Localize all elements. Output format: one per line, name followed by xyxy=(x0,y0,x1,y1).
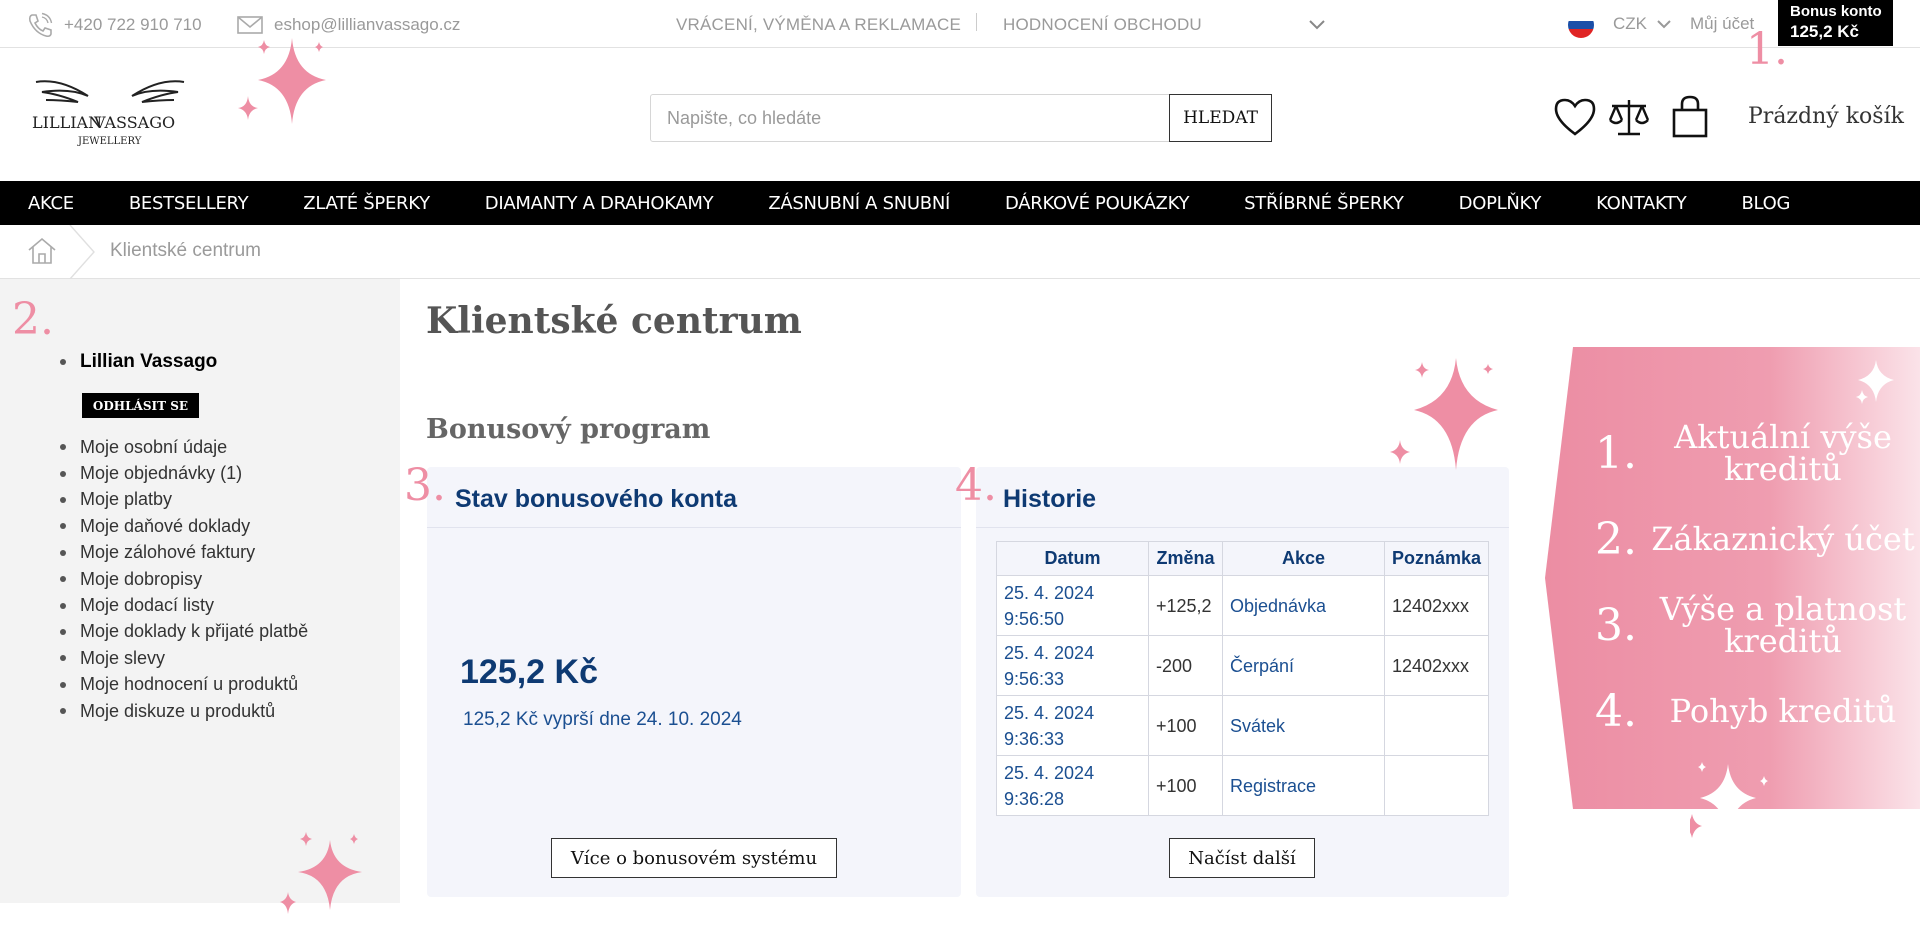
breadcrumb-current: Klientské centrum xyxy=(110,240,262,261)
table-row: 25. 4. 2024 9:36:28 +100 Registrace xyxy=(996,755,1489,816)
nav-item-doplnky[interactable]: DOPLŇKY xyxy=(1459,193,1542,214)
bonus-expiry: 125,2 Kč vyprší dne 24. 10. 2024 xyxy=(463,709,742,730)
logout-button[interactable]: ODHLÁSIT SE xyxy=(82,393,199,418)
account-sidebar: Lillian Vassago ODHLÁSIT SE Moje osobní … xyxy=(0,279,400,903)
bonus-account-box[interactable]: Bonus konto 125,2 Kč xyxy=(1778,0,1893,46)
breadcrumb: Klientské centrum xyxy=(0,225,1920,279)
my-account-link[interactable]: Můj účet xyxy=(1690,14,1754,34)
sidebar-item[interactable]: Moje objednávky (1) xyxy=(60,460,308,486)
chevron-down-icon[interactable] xyxy=(1306,14,1328,34)
nav-item-stribrne[interactable]: STŘÍBRNÉ ŠPERKY xyxy=(1244,193,1404,214)
col-header: Poznámka xyxy=(1384,541,1489,576)
logo-text-3: JEWELLERY xyxy=(77,136,142,147)
shopping-bag-icon[interactable] xyxy=(1668,94,1714,140)
sparkle-icon xyxy=(1856,360,1894,404)
cart-label[interactable]: Prázdný košík xyxy=(1748,104,1904,129)
sidebar-item[interactable]: Moje hodnocení u produktů xyxy=(60,672,308,698)
brand-logo[interactable]: LILLIAN VASSAGO JEWELLERY xyxy=(30,74,190,152)
phone-icon xyxy=(28,12,53,38)
promo-item: 4. Pohyb kreditů xyxy=(1595,685,1897,737)
promo-list: 1. Aktuální výše kreditů 2. Zákaznický úče… xyxy=(1595,410,1915,754)
sparkle-icon xyxy=(1690,762,1768,838)
col-header: Změna xyxy=(1148,541,1223,576)
sparkle-icon xyxy=(238,38,326,124)
sidebar-item[interactable]: Moje diskuze u produktů xyxy=(60,698,308,724)
sidebar-item[interactable]: Moje doklady k přijaté platbě xyxy=(60,619,308,645)
nav-item-bestsellery[interactable]: BESTSELLERY xyxy=(129,193,249,214)
phone-number: +420 722 910 710 xyxy=(64,15,202,34)
nav-item-diamanty[interactable]: DIAMANTY A DRAHOKAMY xyxy=(485,193,714,214)
promo-item: 1. Aktuální výše kreditů xyxy=(1595,418,1892,488)
table-row: 25. 4. 2024 9:36:33 +100 Svátek xyxy=(996,695,1489,756)
bonus-value: 125,2 Kč xyxy=(1790,22,1859,41)
page-title: Klientské centrum xyxy=(426,300,802,342)
home-icon[interactable] xyxy=(26,235,58,267)
sidebar-item[interactable]: Moje dobropisy xyxy=(60,566,308,592)
logo-text-1: LILLIAN xyxy=(32,113,102,132)
search-input[interactable] xyxy=(650,94,1172,142)
nav-item-zlate-sperky[interactable]: ZLATÉ ŠPERKY xyxy=(303,193,430,214)
promo-item: 2. Zákaznický účet xyxy=(1595,513,1915,565)
sidebar-item[interactable]: Moje platby xyxy=(60,487,308,513)
bonus-balance: 125,2 Kč xyxy=(460,653,598,691)
sidebar-menu: Moje osobní údaje Moje objednávky (1) Mo… xyxy=(60,434,308,724)
nav-item-zasnubni[interactable]: ZÁSNUBNÍ A SNUBNÍ xyxy=(768,193,950,214)
heart-icon[interactable] xyxy=(1552,94,1598,140)
order-link[interactable]: Objednávka xyxy=(1222,575,1385,636)
history-card: Historie Datum Změna Akce Poznámka 25. 4… xyxy=(976,467,1509,897)
shop-rating-link[interactable]: HODNOCENÍ OBCHODU xyxy=(1003,15,1202,35)
account-card-heading: Stav bonusového konta xyxy=(455,485,737,513)
nav-item-poukazky[interactable]: DÁRKOVÉ POUKÁZKY xyxy=(1005,193,1189,214)
col-header: Datum xyxy=(996,541,1149,576)
sidebar-item[interactable]: Moje osobní údaje xyxy=(60,434,308,460)
sidebar-item[interactable]: Moje daňové doklady xyxy=(60,513,308,539)
marker-2: 2. xyxy=(12,294,54,345)
sidebar-item[interactable]: Moje zálohové faktury xyxy=(60,540,308,566)
sidebar-user: Lillian Vassago xyxy=(60,351,217,373)
col-header: Akce xyxy=(1222,541,1385,576)
sidebar-item[interactable]: Moje slevy xyxy=(60,645,308,671)
nav-item-akce[interactable]: AKCE xyxy=(28,193,74,214)
currency-value: CZK xyxy=(1613,14,1647,33)
nav-item-blog[interactable]: BLOG xyxy=(1741,193,1790,214)
history-table: Datum Změna Akce Poznámka 25. 4. 2024 9:5… xyxy=(996,541,1489,816)
table-row: 25. 4. 2024 9:56:50 +125,2 Objednávka 124… xyxy=(996,575,1489,636)
search-button[interactable]: HLEDAT xyxy=(1169,94,1272,142)
user-name: Lillian Vassago xyxy=(80,351,218,372)
returns-link[interactable]: VRÁCENÍ, VÝMĚNA A REKLAMACE xyxy=(676,15,961,35)
chevron-down-icon xyxy=(1657,20,1671,29)
logo-text-2: VASSAGO xyxy=(93,113,175,132)
table-row: 25. 4. 2024 9:56:33 -200 Čerpání 12402xxx xyxy=(996,635,1489,696)
sparkle-icon xyxy=(280,832,362,914)
marker-4: 4. xyxy=(955,460,997,511)
sparkle-icon xyxy=(1390,358,1498,470)
marker-1: 1. xyxy=(1746,24,1788,75)
nav-item-kontakty[interactable]: KONTAKTY xyxy=(1596,193,1687,214)
top-divider xyxy=(976,13,977,31)
section-title: Bonusový program xyxy=(426,414,711,445)
promo-item: 3. Výše a platnost kreditů xyxy=(1595,590,1907,660)
load-more-button[interactable]: Načíst další xyxy=(1169,838,1315,878)
phone-contact[interactable]: +420 722 910 710 xyxy=(26,12,202,38)
main-nav: AKCE BESTSELLERY ZLATÉ ŠPERKY DIAMANTY A… xyxy=(0,181,1920,225)
currency-select[interactable]: CZK xyxy=(1613,14,1673,34)
sidebar-item[interactable]: Moje dodací listy xyxy=(60,592,308,618)
breadcrumb-separator xyxy=(69,225,95,279)
bonus-label: Bonus konto xyxy=(1790,3,1882,20)
more-about-bonus-button[interactable]: Více o bonusovém systému xyxy=(551,838,837,878)
flag-sk-icon[interactable] xyxy=(1568,12,1594,38)
scales-icon[interactable] xyxy=(1606,94,1652,140)
history-heading: Historie xyxy=(1003,485,1097,513)
bonus-account-card: Stav bonusového konta 125,2 Kč 125,2 Kč … xyxy=(427,467,961,897)
marker-3: 3. xyxy=(404,460,446,511)
